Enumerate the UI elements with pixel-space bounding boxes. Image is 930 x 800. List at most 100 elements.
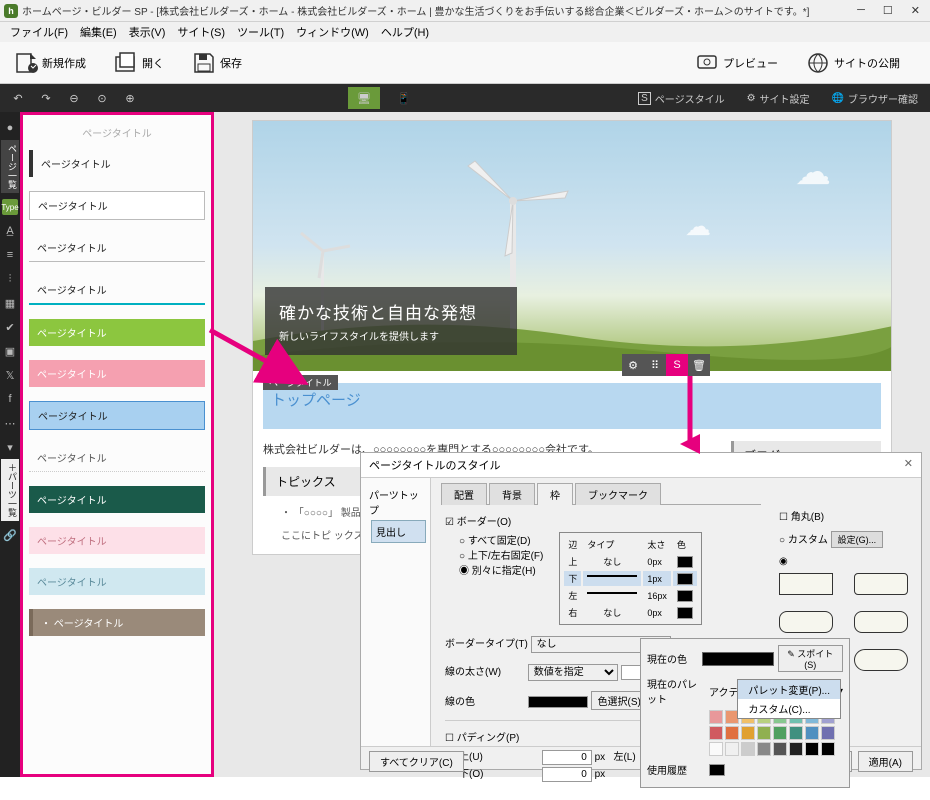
publish-button[interactable]: サイトの公開	[800, 47, 906, 79]
list-icon[interactable]: ≡	[2, 247, 18, 263]
eyedropper-button[interactable]: ✎ スポイト(S)	[778, 645, 843, 672]
tab-layout[interactable]: 配置	[441, 483, 487, 505]
palette-swatch[interactable]	[709, 726, 723, 740]
padding-checkbox[interactable]: パディング(P)	[445, 733, 519, 744]
selected-element[interactable]: ページタイトル トップページ	[263, 383, 881, 429]
round-preset[interactable]	[854, 649, 908, 671]
image-icon[interactable]: ▣	[2, 343, 18, 359]
palette-swatch[interactable]	[741, 742, 755, 756]
palette-swatch[interactable]	[805, 742, 819, 756]
radio-each[interactable]: 別々に指定(H)	[459, 566, 536, 577]
palette-swatch[interactable]	[805, 726, 819, 740]
open-button[interactable]: 開く	[108, 47, 170, 79]
style-option[interactable]: ページタイトル	[29, 360, 205, 387]
tab-background[interactable]: 背景	[489, 483, 535, 505]
tree-heading[interactable]: 見出し	[371, 520, 426, 543]
page-title-text[interactable]: トップページ	[267, 385, 877, 410]
maximize-icon[interactable]: ☐	[883, 4, 893, 17]
palette-swatch[interactable]	[709, 710, 723, 724]
link-icon[interactable]: 🔗	[2, 527, 18, 543]
facebook-icon[interactable]: f	[2, 391, 18, 407]
bullet-icon[interactable]: ●	[2, 120, 18, 136]
line-width-mode[interactable]: 数値を指定	[528, 664, 618, 681]
palette-swatch[interactable]	[725, 726, 739, 740]
twitter-icon[interactable]: 𝕏	[2, 367, 18, 383]
style-option[interactable]: ・ ページタイトル	[29, 609, 205, 636]
menu-file[interactable]: ファイル(F)	[6, 22, 72, 42]
palette-swatch[interactable]	[741, 726, 755, 740]
zoom-in-icon[interactable]: ⊕	[118, 86, 142, 110]
zoom-out-icon[interactable]: ⊖	[62, 86, 86, 110]
new-button[interactable]: 新規作成	[8, 47, 92, 79]
palette-swatch[interactable]	[757, 726, 771, 740]
style-option[interactable]: ページタイトル	[29, 276, 205, 305]
tab-bookmark[interactable]: ブックマーク	[575, 483, 661, 505]
more-icon[interactable]: ⋯	[2, 415, 18, 431]
close-icon[interactable]: ✕	[911, 4, 920, 17]
redo-icon[interactable]: ↷	[34, 86, 58, 110]
style-option[interactable]: ページタイトル	[29, 444, 205, 472]
minimize-icon[interactable]: ─	[857, 4, 865, 17]
table-icon[interactable]: ▦	[2, 295, 18, 311]
type-icon[interactable]: Type	[2, 199, 18, 215]
style-option[interactable]: ページタイトル	[29, 527, 205, 554]
palette-swatch[interactable]	[709, 742, 723, 756]
settings-icon[interactable]: ⚙	[622, 354, 644, 376]
round-preset[interactable]	[854, 611, 908, 633]
grid-icon[interactable]: ⠿	[644, 354, 666, 376]
menu-palette-change[interactable]: パレット変更(P)...	[738, 680, 840, 699]
style-option[interactable]: ページタイトル	[29, 319, 205, 346]
device-desktop-icon[interactable]: 🖥	[348, 87, 380, 109]
palette-swatch[interactable]	[773, 742, 787, 756]
palette-swatch[interactable]	[725, 742, 739, 756]
palette-swatch[interactable]	[789, 742, 803, 756]
style-option[interactable]: ページタイトル	[29, 191, 205, 220]
round-preset[interactable]	[779, 573, 833, 595]
radio-tblr-fixed[interactable]: 上下/左右固定(F)	[459, 551, 543, 562]
dialog-close-icon[interactable]: ✕	[904, 457, 913, 473]
palette-swatch[interactable]	[773, 726, 787, 740]
style-option[interactable]: ページタイトル	[29, 486, 205, 513]
undo-icon[interactable]: ↶	[6, 86, 30, 110]
menu-window[interactable]: ウィンドウ(W)	[292, 22, 373, 42]
radio-all-fixed[interactable]: すべて固定(D)	[459, 536, 531, 547]
menu-site[interactable]: サイト(S)	[173, 22, 229, 42]
menu-help[interactable]: ヘルプ(H)	[377, 22, 433, 42]
menu-tool[interactable]: ツール(T)	[233, 22, 288, 42]
delete-icon[interactable]: 🗑	[688, 354, 710, 376]
palette-swatch[interactable]	[821, 726, 835, 740]
page-style-button[interactable]: Sページスタイル	[632, 89, 730, 108]
preview-button[interactable]: プレビュー	[689, 47, 784, 79]
palette-swatch[interactable]	[757, 742, 771, 756]
zoom-reset-icon[interactable]: ⊙	[90, 86, 114, 110]
apply-button[interactable]: 適用(A)	[858, 751, 913, 772]
round-preset[interactable]	[854, 573, 908, 595]
menu-view[interactable]: 表示(V)	[125, 22, 170, 42]
tab-page-list[interactable]: ページ一覧	[1, 140, 19, 193]
device-mobile-icon[interactable]: 📱	[388, 87, 420, 109]
round-preset[interactable]	[779, 611, 833, 633]
border-checkbox[interactable]: ボーダー(O)	[445, 517, 511, 528]
history-swatch[interactable]	[709, 764, 725, 776]
tab-border[interactable]: 枠	[537, 483, 573, 505]
check-icon[interactable]: ✔	[2, 319, 18, 335]
palette-swatch[interactable]	[789, 726, 803, 740]
site-settings-button[interactable]: ⚙ サイト設定	[741, 89, 816, 108]
round-settings-button[interactable]: 設定(G)...	[831, 531, 884, 548]
menu-custom-color[interactable]: カスタム(C)...	[738, 699, 840, 718]
style-option[interactable]: ページタイトル	[29, 234, 205, 262]
style-icon[interactable]: S	[666, 354, 688, 376]
clear-all-button[interactable]: すべてクリア(C)	[369, 751, 464, 772]
palette-swatch[interactable]	[821, 742, 835, 756]
scroll-down-icon[interactable]: ▾	[2, 439, 18, 455]
radio-custom[interactable]: カスタム	[779, 535, 828, 546]
hr-icon[interactable]: ⫶	[2, 271, 18, 287]
style-option-selected[interactable]: ページタイトル	[29, 401, 205, 430]
style-option[interactable]: ページタイトル	[29, 150, 205, 177]
round-checkbox[interactable]: 角丸(B)	[779, 512, 824, 523]
tab-parts-list[interactable]: ＋パーツ一覧	[1, 459, 19, 521]
tree-parts-top[interactable]: パーツトップ	[365, 484, 426, 520]
style-option[interactable]: ページタイトル	[29, 568, 205, 595]
menu-edit[interactable]: 編集(E)	[76, 22, 121, 42]
browser-check-button[interactable]: 🌐 ブラウザー確認	[826, 89, 924, 108]
